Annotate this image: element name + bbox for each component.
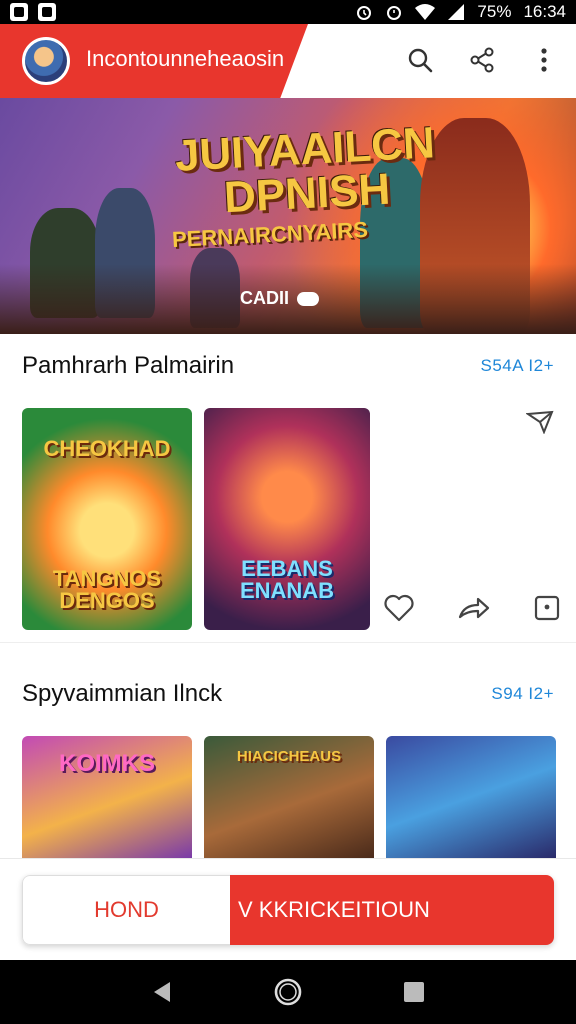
banner-pill-label: CADII — [240, 288, 289, 308]
bottom-panel: HOND V KKRICKEITIOUN — [0, 858, 576, 960]
see-more-link[interactable]: S94 I2+ — [491, 684, 554, 704]
card-subtitle: TANGNOS DENGOS — [52, 566, 162, 613]
notification-icon — [10, 3, 28, 21]
section-title: Pamhrarh Palmairin — [22, 352, 235, 379]
share-button[interactable] — [464, 42, 500, 78]
wifi-icon — [415, 4, 436, 20]
game-card[interactable]: HIACICHEAUS — [204, 736, 374, 858]
see-more-link[interactable]: S54A I2+ — [481, 356, 554, 376]
home-icon[interactable] — [273, 977, 303, 1007]
banner-pill[interactable]: CADII — [240, 288, 319, 309]
section-header: Pamhrarh Palmairin S54A I2+ — [22, 352, 554, 380]
avatar[interactable] — [22, 37, 70, 85]
game-card[interactable] — [386, 736, 556, 858]
recents-icon[interactable] — [402, 980, 426, 1004]
card-title: KOIMKS — [59, 750, 155, 777]
section-header: Spyvaimmian Ilnck S94 I2+ — [22, 680, 554, 708]
game-card[interactable]: CHEOKHAD TANGNOS DENGOS — [22, 408, 192, 630]
more-vert-icon — [541, 48, 547, 72]
divider — [0, 642, 576, 643]
app-bar: Incontounneheaosin — [0, 24, 576, 98]
send-icon[interactable] — [526, 410, 554, 434]
more-options-button[interactable] — [526, 42, 562, 78]
search-button[interactable] — [402, 42, 438, 78]
signal-icon — [448, 4, 465, 20]
image-icon — [38, 3, 56, 21]
battery-percent: 75% — [477, 2, 512, 21]
app-title: Incontounneheaosin — [86, 46, 285, 71]
banner-subtitle: PERNAIRCNYAIRS — [171, 216, 369, 253]
share-icon[interactable] — [458, 595, 490, 621]
primary-action-button[interactable]: V KKRICKEITIOUN — [230, 875, 554, 945]
alarm-icon — [357, 6, 372, 20]
game-card[interactable]: KOIMKS — [22, 736, 192, 858]
system-nav-bar — [0, 960, 576, 1024]
status-bar: 75% 16:34 — [0, 0, 576, 24]
toggle-icon — [297, 291, 319, 306]
card-title: EEBANS ENANAB — [239, 556, 335, 603]
clock: 16:34 — [523, 2, 566, 21]
section-title: Spyvaimmian Ilnck — [22, 680, 223, 707]
bookmark-icon[interactable] — [534, 595, 560, 621]
card-title: HIACICHEAUS — [236, 748, 342, 765]
alarm-icon — [387, 6, 402, 20]
cta-button-group: HOND V KKRICKEITIOUN — [22, 875, 554, 945]
heart-icon[interactable] — [384, 594, 414, 622]
search-icon — [408, 48, 433, 73]
card-title: CHEOKHAD — [43, 436, 171, 461]
back-icon[interactable] — [150, 980, 174, 1004]
game-card[interactable]: EEBANS ENANAB — [204, 408, 370, 630]
card-actions — [384, 594, 560, 622]
banner-title: JUIYAAILCN DPNISH — [174, 118, 438, 222]
share-icon — [470, 47, 494, 73]
hero-banner[interactable]: JUIYAAILCN DPNISH PERNAIRCNYAIRS CADII — [0, 98, 576, 334]
home-button[interactable]: HOND — [22, 875, 230, 945]
